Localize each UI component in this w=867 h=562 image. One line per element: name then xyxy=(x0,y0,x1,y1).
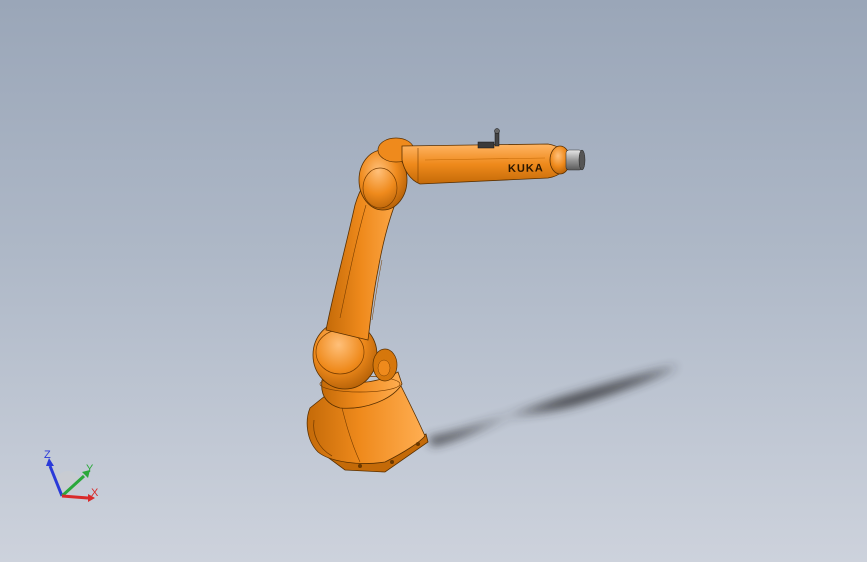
z-axis-label: Z xyxy=(44,449,51,461)
brand-logo-text: KUKA xyxy=(508,162,544,175)
robot-arm-scene[interactable]: KUKA xyxy=(0,0,867,562)
ground-shadow xyxy=(428,366,678,446)
model-viewport[interactable]: KUKA Z Y X xyxy=(0,0,867,562)
coordinate-triad: Z Y X xyxy=(44,449,99,502)
wrist-joint[interactable] xyxy=(549,145,586,175)
x-axis-label: X xyxy=(91,487,99,499)
forearm[interactable]: KUKA xyxy=(401,128,569,185)
y-axis-label: Y xyxy=(86,463,94,475)
x-axis-line xyxy=(61,494,89,500)
